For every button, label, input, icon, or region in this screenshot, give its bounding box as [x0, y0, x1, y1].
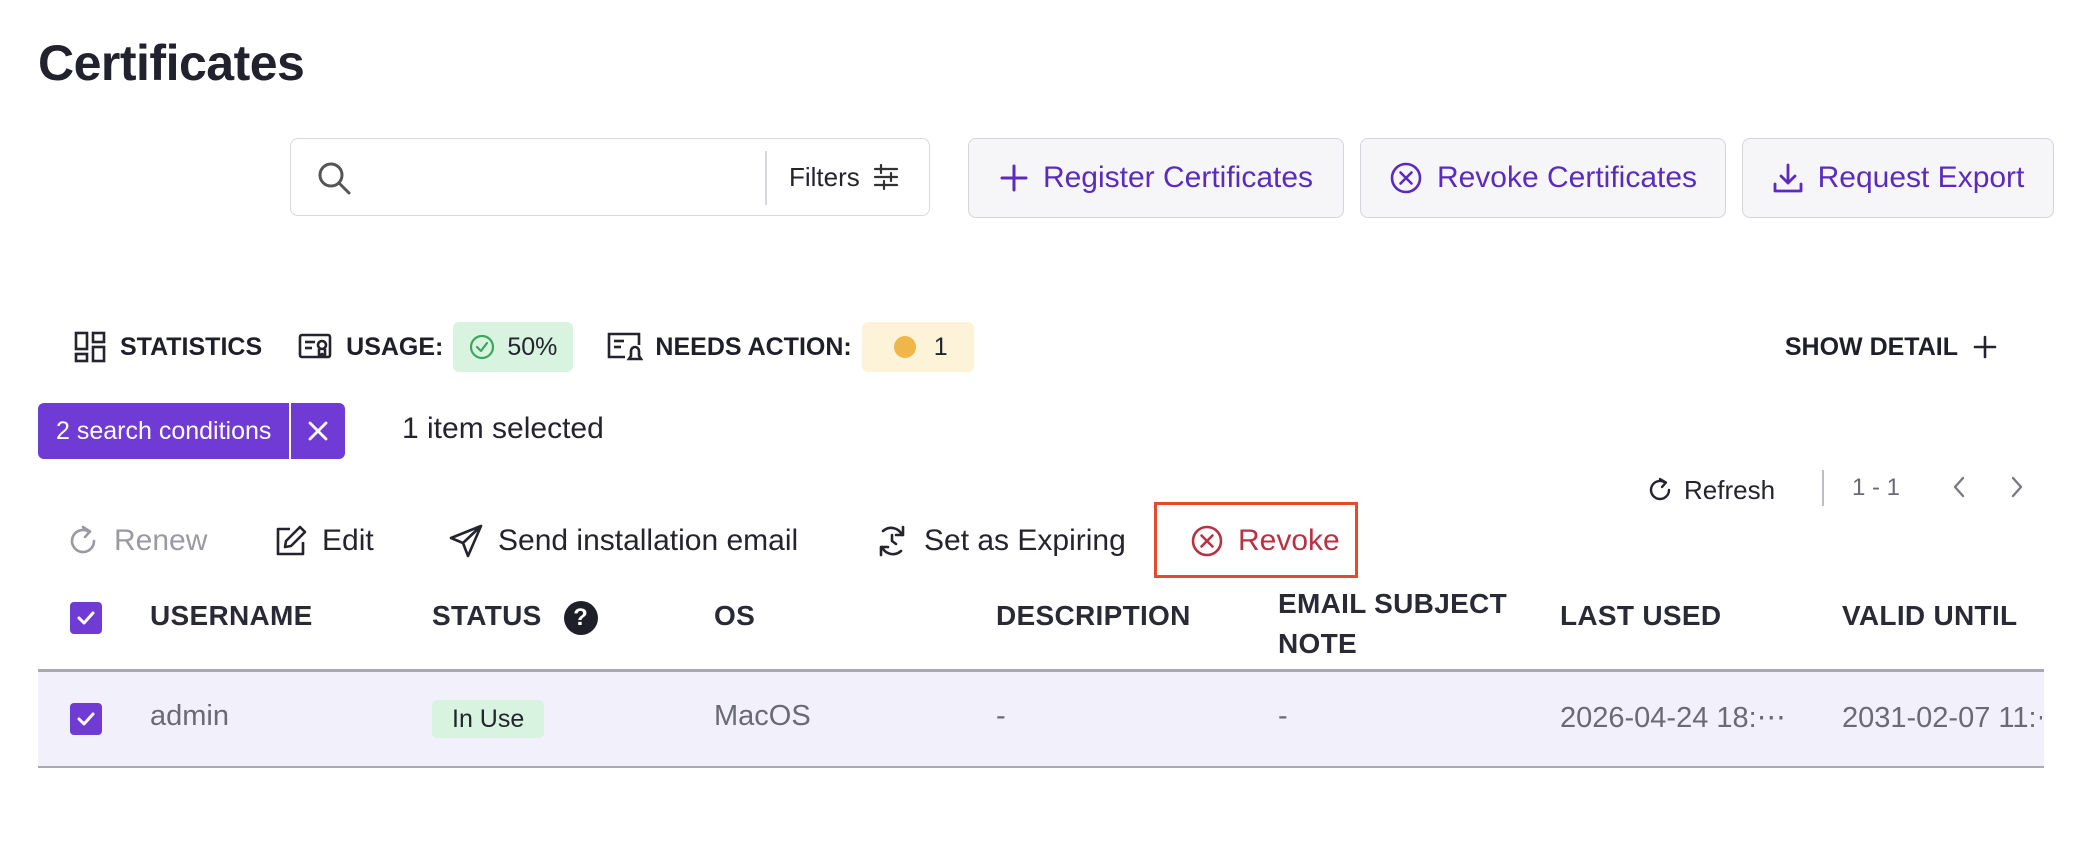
column-username[interactable]: USERNAME	[150, 600, 313, 632]
cell-username: admin	[150, 700, 229, 732]
column-email-subject-line2: NOTE	[1278, 628, 1357, 659]
column-valid-until[interactable]: VALID UNTIL	[1842, 600, 2017, 632]
page-title: Certificates	[38, 35, 305, 91]
needs-action-label: NEEDS ACTION:	[655, 332, 852, 361]
request-export-label: Request Export	[1817, 161, 2025, 194]
register-certificates-button[interactable]: Register Certificates	[968, 138, 1344, 218]
pager-divider	[1822, 470, 1824, 506]
certificate-alert-icon	[608, 332, 644, 361]
column-os[interactable]: OS	[714, 600, 755, 632]
register-certificates-label: Register Certificates	[1042, 161, 1314, 194]
filters-label: Filters	[789, 161, 860, 192]
column-status[interactable]: STATUS?	[432, 600, 598, 635]
sliders-icon	[873, 163, 898, 191]
help-icon[interactable]: ?	[563, 600, 598, 635]
search-conditions-label: 2 search conditions	[38, 403, 290, 459]
cell-last-used: 2026-04-24 18:⋯	[1560, 702, 1786, 734]
row-checkbox[interactable]	[70, 703, 102, 735]
usage-badge: 50%	[453, 322, 574, 372]
cancel-circle-icon	[1390, 162, 1422, 194]
cell-email-subject-note: -	[1278, 700, 1288, 732]
chevron-right-icon[interactable]	[2006, 472, 2028, 502]
filters-button[interactable]: Filters	[789, 139, 900, 215]
search-input[interactable]	[371, 157, 755, 199]
renew-label: Renew	[114, 524, 208, 557]
search-box[interactable]: Filters	[290, 138, 930, 216]
column-description[interactable]: DESCRIPTION	[996, 600, 1191, 632]
request-export-button[interactable]: Request Export	[1742, 138, 2054, 218]
checkmark-icon	[77, 712, 95, 726]
set-as-expiring-label: Set as Expiring	[924, 524, 1126, 557]
send-installation-email-label: Send installation email	[498, 524, 799, 557]
check-circle-icon	[470, 334, 495, 360]
certificate-card-icon	[298, 333, 332, 359]
renew-button[interactable]: Renew	[66, 518, 207, 564]
refresh-icon	[1649, 477, 1671, 501]
revoke-label: Revoke	[1238, 524, 1340, 557]
clear-conditions-button[interactable]	[289, 403, 346, 459]
usage-value: 50%	[507, 332, 558, 361]
statistics-label: STATISTICS	[120, 332, 263, 361]
edit-button[interactable]: Edit	[274, 518, 374, 564]
revoke-button[interactable]: Revoke	[1190, 518, 1340, 564]
edit-label: Edit	[322, 524, 374, 557]
cancel-circle-icon	[1191, 525, 1223, 557]
cell-description: -	[996, 700, 1006, 732]
show-detail-label: SHOW DETAIL	[1784, 332, 1958, 361]
column-email-subject-note[interactable]: EMAIL SUBJECT NOTE	[1278, 584, 1507, 664]
refresh-button[interactable]: Refresh	[1646, 470, 1775, 510]
plus-icon	[1973, 335, 1997, 359]
renew-icon	[70, 525, 96, 554]
send-installation-email-button[interactable]: Send installation email	[448, 518, 798, 564]
refresh-label: Refresh	[1684, 474, 1776, 505]
close-icon	[309, 421, 328, 441]
checkmark-icon	[77, 611, 95, 625]
warning-dot-icon	[893, 336, 916, 358]
usage-label: USAGE:	[346, 332, 444, 361]
send-icon	[449, 524, 483, 558]
selection-count: 1 item selected	[402, 412, 604, 445]
show-detail-button[interactable]: SHOW DETAIL	[1785, 322, 1998, 372]
column-email-subject-line1: EMAIL SUBJECT	[1278, 588, 1507, 619]
select-all-checkbox[interactable]	[70, 602, 102, 634]
edit-icon	[276, 525, 307, 556]
status-badge: In Use	[432, 700, 545, 738]
revoke-certificates-label: Revoke Certificates	[1436, 161, 1698, 194]
revoke-certificates-button[interactable]: Revoke Certificates	[1360, 138, 1726, 218]
cell-os: MacOS	[714, 700, 811, 732]
chevron-left-icon[interactable]	[1948, 472, 1970, 502]
column-last-used[interactable]: LAST USED	[1560, 600, 1721, 632]
download-icon	[1773, 163, 1803, 193]
set-as-expiring-button[interactable]: Set as Expiring	[874, 518, 1126, 564]
statistics-bar: STATISTICS USAGE: 50% NEEDS ACTION: 1	[74, 322, 974, 372]
column-status-label: STATUS	[432, 600, 542, 631]
search-icon	[318, 162, 351, 195]
search-conditions-chip[interactable]: 2 search conditions	[38, 403, 346, 459]
page-range: 1 - 1	[1852, 474, 1901, 501]
expiring-sync-icon	[879, 525, 905, 557]
dashboard-icon	[74, 331, 106, 363]
plus-icon	[1000, 164, 1028, 192]
needs-action-badge: 1	[861, 322, 974, 372]
cell-valid-until: 2031-02-07 11:⋯	[1842, 702, 2042, 734]
needs-action-value: 1	[933, 332, 948, 361]
search-divider	[765, 151, 767, 205]
